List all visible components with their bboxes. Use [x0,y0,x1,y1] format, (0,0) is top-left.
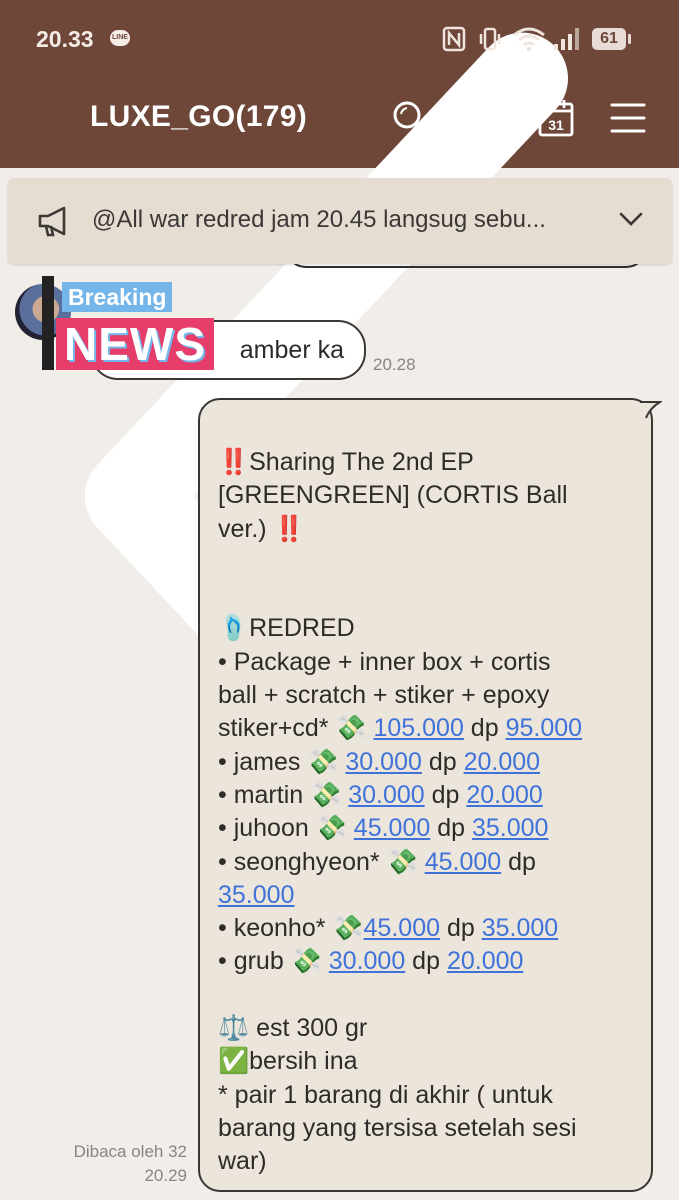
wifi-icon [513,27,545,52]
message-line: [GREENGREEN] (CORTIS Ball [218,481,568,510]
nfc-icon [442,26,466,52]
message-line: 35.000 [218,879,638,912]
message-line: • juhoon 💸 45.000 dp 35.000 [218,812,638,845]
message-line: • james 💸 30.000 dp 20.000 [218,746,638,779]
message-text-segment: • keonho* 💸 [218,914,364,943]
message-text-segment: dp [463,714,506,743]
message-text-segment: • seonghyeon* 💸 [218,847,425,876]
outgoing-message-text: ‼️Sharing The 2nd EP [GREENGREEN] (CORTIS… [218,446,638,1179]
sticker-breaking-label: Breaking [62,282,173,312]
calendar-icon[interactable]: 31 [536,98,576,138]
message-text-segment: • martin 💸 [218,780,349,809]
message-line: 🩴REDRED [218,614,355,643]
message-text-segment: dp [501,847,536,876]
message-line: • martin 💸 30.000 dp 20.000 [218,779,638,812]
svg-text:31: 31 [548,117,564,133]
message-text-segment: dp [430,814,472,843]
message-line: war) [218,1147,267,1176]
announcement-banner[interactable]: @All war redred jam 20.45 langsug sebu..… [8,178,672,264]
app-header: 20.33 LINE 61 LUXE_GO(179) 31 [0,0,679,960]
vibrate-icon [479,27,501,51]
price-link[interactable]: 35.000 [472,814,548,842]
incoming-message-time: 20.28 [373,355,416,374]
message-text-segment: • juhoon 💸 [218,814,354,843]
message-line: ball + scratch + stiker + epoxy [218,681,550,710]
price-link[interactable]: 105.000 [373,714,463,742]
incoming-message-text: amber ka [239,336,344,364]
message-line: • seonghyeon* 💸 45.000 dp [218,846,638,879]
message-line: barang yang tersisa setelah sesi [218,1113,577,1142]
signal-icon [554,28,579,50]
message-text-segment: dp [424,780,467,809]
message-line: ✅bersih ina [218,1047,358,1076]
chevron-down-icon[interactable] [618,210,644,228]
outgoing-message-time: 20.29 [144,1166,187,1185]
message-text-segment: • grub 💸 [218,947,329,976]
sticker-news-box: NEWS [56,318,214,370]
message-text-segment: stiker+cd* 💸 [218,714,374,743]
chat-title[interactable]: LUXE_GO(179) [90,100,307,134]
message-line: ver.) ‼️ [218,514,305,543]
sticker-bar [42,276,54,370]
message-line [218,979,638,1012]
search-icon[interactable] [390,98,430,138]
message-text-segment: dp [405,947,447,976]
megaphone-icon [38,206,66,237]
message-line [218,579,638,612]
price-link[interactable]: 20.000 [466,781,542,809]
status-bar: 20.33 LINE 61 [0,0,679,78]
phone-call-icon[interactable] [464,98,504,138]
price-link[interactable]: 35.000 [482,914,558,942]
message-line: ⚖️ est 300 gr [218,1014,368,1043]
read-count: Dibaca oleh 32 [73,1142,187,1161]
battery-icon: 61 [592,28,631,50]
price-link[interactable]: 30.000 [329,947,405,975]
message-line: * pair 1 barang di akhir ( untuk [218,1080,553,1109]
price-link[interactable]: 30.000 [345,748,421,776]
message-line: • keonho* 💸45.000 dp 35.000 [218,912,638,945]
price-link[interactable]: 20.000 [447,947,523,975]
message-line: • grub 💸 30.000 dp 20.000 [218,945,638,978]
price-link[interactable]: 95.000 [506,714,582,742]
message-line [218,546,638,579]
price-link[interactable]: 45.000 [354,814,430,842]
bubble-tail [640,401,662,419]
read-receipt: Dibaca oleh 32 20.29 [74,1140,187,1188]
message-line: • Package + inner box + cortis [218,647,551,676]
message-text-segment: dp [421,747,464,776]
price-link[interactable]: 45.000 [364,914,440,942]
price-link[interactable]: 20.000 [464,748,540,776]
message-line: ‼️Sharing The 2nd EP [218,448,474,476]
menu-icon[interactable] [608,98,648,138]
status-time: 20.33 [36,26,94,52]
price-link[interactable]: 30.000 [348,781,424,809]
line-app-icon: LINE [110,30,130,46]
price-link[interactable]: 45.000 [425,848,501,876]
message-text-segment: dp [440,914,482,943]
sticker-news-label: NEWS [64,318,206,370]
announcement-text: @All war redred jam 20.45 langsug sebu..… [92,206,546,233]
message-text-segment: • james 💸 [218,747,346,776]
price-link[interactable]: 35.000 [218,881,294,909]
message-line: stiker+cd* 💸 105.000 dp 95.000 [218,712,638,745]
